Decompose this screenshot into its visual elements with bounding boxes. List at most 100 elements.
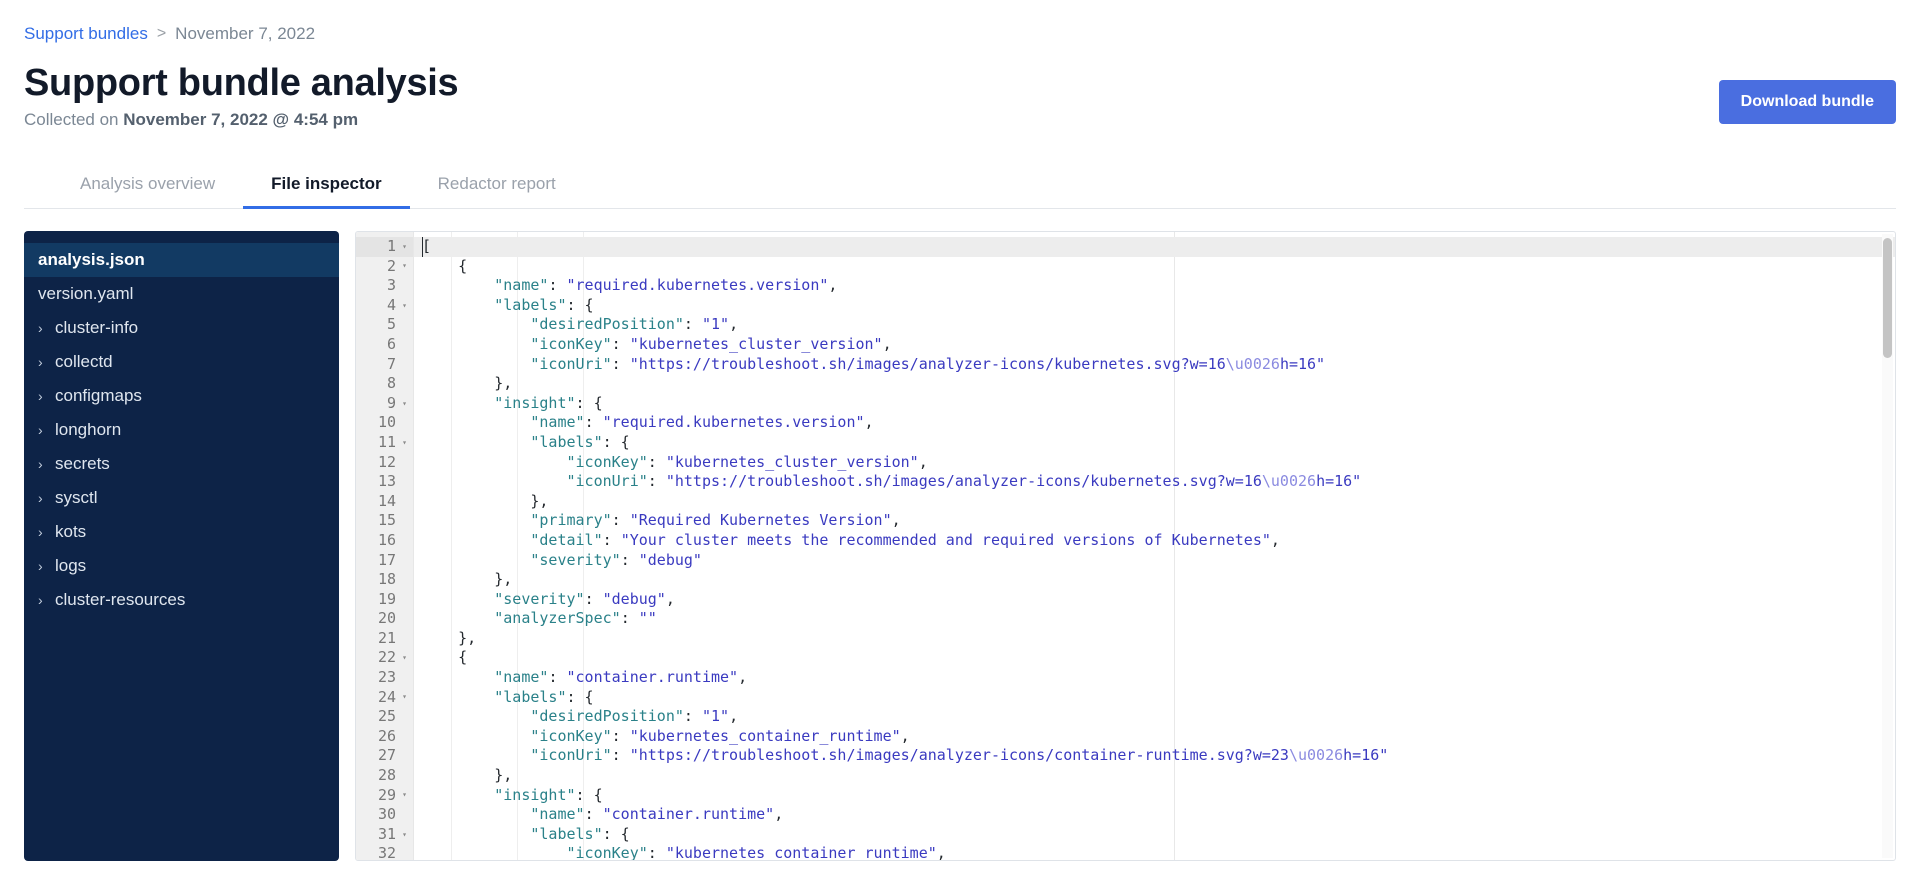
code-line-8[interactable]: },	[414, 374, 1895, 394]
download-bundle-button[interactable]: Download bundle	[1718, 80, 1896, 124]
gutter-line-11[interactable]: 11 ▾	[356, 433, 413, 453]
gutter-line-4[interactable]: 4 ▾	[356, 296, 413, 316]
code-line-11[interactable]: "labels": {	[414, 433, 1895, 453]
fold-toggle-icon[interactable]: ▾	[400, 830, 409, 839]
gutter-line-32[interactable]: 32▾	[356, 844, 413, 860]
code-line-30[interactable]: "name": "container.runtime",	[414, 805, 1895, 825]
tab-analysis-overview[interactable]: Analysis overview	[52, 174, 243, 209]
fold-toggle-icon[interactable]: ▾	[400, 693, 409, 701]
gutter-line-12[interactable]: 12▾	[356, 453, 413, 473]
token-k: "desiredPosition"	[530, 315, 684, 334]
tab-redactor-report[interactable]: Redactor report	[410, 174, 584, 209]
gutter-line-27[interactable]: 27▾	[356, 746, 413, 766]
gutter-line-18[interactable]: 18▾	[356, 570, 413, 590]
gutter-line-25[interactable]: 25▾	[356, 707, 413, 727]
gutter-line-26[interactable]: 26▾	[356, 727, 413, 747]
gutter-line-13[interactable]: 13▾	[356, 472, 413, 492]
editor-vertical-scrollbar[interactable]	[1882, 234, 1893, 858]
gutter-line-5[interactable]: 5▾	[356, 315, 413, 335]
gutter-line-1[interactable]: 1 ▾	[356, 237, 413, 257]
code-line-32[interactable]: "iconKey": "kubernetes_container_runtime…	[414, 844, 1895, 860]
code-line-10[interactable]: "name": "required.kubernetes.version",	[414, 413, 1895, 433]
code-line-26[interactable]: "iconKey": "kubernetes_container_runtime…	[414, 727, 1895, 747]
code-line-17[interactable]: "severity": "debug"	[414, 551, 1895, 571]
code-line-27[interactable]: "iconUri": "https://troubleshoot.sh/imag…	[414, 746, 1895, 766]
code-line-19[interactable]: "severity": "debug",	[414, 590, 1895, 610]
code-line-28[interactable]: },	[414, 766, 1895, 786]
code-line-2[interactable]: {	[414, 257, 1895, 277]
gutter-line-6[interactable]: 6▾	[356, 335, 413, 355]
sidebar-item-kots[interactable]: › kots	[24, 515, 339, 549]
code-line-1[interactable]: [	[414, 237, 1895, 257]
gutter-line-2[interactable]: 2 ▾	[356, 257, 413, 277]
sidebar-item-logs[interactable]: › logs	[24, 549, 339, 583]
breadcrumb-current: November 7, 2022	[175, 24, 316, 43]
fold-toggle-icon[interactable]: ▾	[400, 242, 409, 251]
code-editor[interactable]: 1▾2▾3▾4▾5▾6▾7▾8▾9▾10▾11▾12▾13▾14▾15▾16▾1…	[355, 231, 1896, 861]
gutter-line-31[interactable]: 31 ▾	[356, 825, 413, 845]
sidebar-item-label: logs	[55, 556, 87, 575]
code-line-23[interactable]: "name": "container.runtime",	[414, 668, 1895, 688]
fold-toggle-icon[interactable]: ▾	[400, 438, 409, 447]
fold-toggle-icon[interactable]: ▾	[400, 791, 409, 799]
editor-scrollbar-thumb[interactable]	[1883, 238, 1892, 358]
code-line-5[interactable]: "desiredPosition": "1",	[414, 315, 1895, 335]
gutter-line-15[interactable]: 15▾	[356, 511, 413, 531]
sidebar-item-sysctl[interactable]: › sysctl	[24, 481, 339, 515]
fold-toggle-icon[interactable]: ▾	[400, 399, 409, 408]
editor-code-area[interactable]: [ { "name": "required.kubernetes.version…	[414, 232, 1895, 860]
sidebar-item-version-yaml[interactable]: version.yaml	[24, 277, 339, 311]
gutter-line-19[interactable]: 19▾	[356, 590, 413, 610]
gutter-line-30[interactable]: 30▾	[356, 805, 413, 825]
gutter-line-22[interactable]: 22 ▾	[356, 648, 413, 668]
code-line-25[interactable]: "desiredPosition": "1",	[414, 707, 1895, 727]
code-line-7[interactable]: "iconUri": "https://troubleshoot.sh/imag…	[414, 355, 1895, 375]
breadcrumb-link-support-bundles[interactable]: Support bundles	[24, 24, 148, 44]
code-line-6[interactable]: "iconKey": "kubernetes_cluster_version",	[414, 335, 1895, 355]
fold-toggle-icon[interactable]: ▾	[400, 654, 409, 662]
code-line-15[interactable]: "primary": "Required Kubernetes Version"…	[414, 511, 1895, 531]
gutter-line-9[interactable]: 9 ▾	[356, 394, 413, 414]
sidebar-item-secrets[interactable]: › secrets	[24, 447, 339, 481]
fold-toggle-icon[interactable]: ▾	[400, 262, 409, 270]
gutter-line-16[interactable]: 16▾	[356, 531, 413, 551]
code-line-16[interactable]: "detail": "Your cluster meets the recomm…	[414, 531, 1895, 551]
gutter-line-17[interactable]: 17▾	[356, 551, 413, 571]
token-k: "analyzerSpec"	[494, 609, 621, 628]
gutter-line-21[interactable]: 21▾	[356, 629, 413, 649]
gutter-line-8[interactable]: 8▾	[356, 374, 413, 394]
tab-file-inspector[interactable]: File inspector	[243, 174, 410, 209]
sidebar-item-configmaps[interactable]: › configmaps	[24, 379, 339, 413]
code-line-3[interactable]: "name": "required.kubernetes.version",	[414, 276, 1895, 296]
code-line-31[interactable]: "labels": {	[414, 825, 1895, 845]
gutter-line-29[interactable]: 29 ▾	[356, 786, 413, 806]
gutter-line-24[interactable]: 24 ▾	[356, 688, 413, 708]
sidebar-item-cluster-info[interactable]: › cluster-info	[24, 311, 339, 345]
code-line-4[interactable]: "labels": {	[414, 296, 1895, 316]
gutter-line-3[interactable]: 3▾	[356, 276, 413, 296]
code-line-22[interactable]: {	[414, 648, 1895, 668]
code-line-9[interactable]: "insight": {	[414, 394, 1895, 414]
code-line-12[interactable]: "iconKey": "kubernetes_cluster_version",	[414, 453, 1895, 473]
code-line-14[interactable]: },	[414, 492, 1895, 512]
gutter-line-28[interactable]: 28▾	[356, 766, 413, 786]
gutter-line-10[interactable]: 10▾	[356, 413, 413, 433]
file-tree-sidebar[interactable]: analysis.json version.yaml › cluster-info › c…	[24, 231, 339, 861]
gutter-line-14[interactable]: 14▾	[356, 492, 413, 512]
gutter-line-7[interactable]: 7▾	[356, 355, 413, 375]
gutter-line-23[interactable]: 23▾	[356, 668, 413, 688]
gutter-line-20[interactable]: 20▾	[356, 609, 413, 629]
sidebar-item-cluster-resources[interactable]: › cluster-resources	[24, 583, 339, 617]
code-line-24[interactable]: "labels": {	[414, 688, 1895, 708]
code-line-13[interactable]: "iconUri": "https://troubleshoot.sh/imag…	[414, 472, 1895, 492]
code-line-21[interactable]: },	[414, 629, 1895, 649]
sidebar-item-analysis-json[interactable]: analysis.json	[24, 243, 339, 277]
fold-toggle-icon[interactable]: ▾	[400, 301, 409, 310]
sidebar-item-longhorn[interactable]: › longhorn	[24, 413, 339, 447]
sidebar-item-collectd[interactable]: › collectd	[24, 345, 339, 379]
code-line-29[interactable]: "insight": {	[414, 786, 1895, 806]
editor-gutter[interactable]: 1▾2▾3▾4▾5▾6▾7▾8▾9▾10▾11▾12▾13▾14▾15▾16▾1…	[356, 232, 414, 860]
code-line-18[interactable]: },	[414, 570, 1895, 590]
code-line-20[interactable]: "analyzerSpec": ""	[414, 609, 1895, 629]
